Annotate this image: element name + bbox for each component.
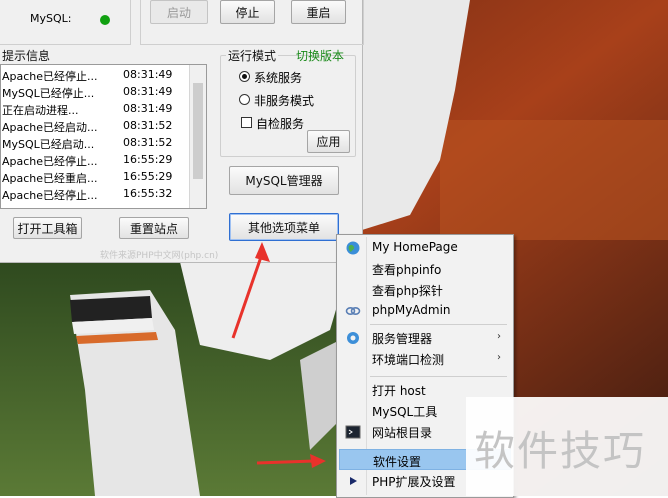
menu-item-label: My HomePage	[372, 240, 458, 254]
menu-item-label: 查看php探针	[372, 284, 443, 298]
arrow-head-right	[310, 454, 326, 468]
menu-item[interactable]: 环境端口检测 ›	[339, 348, 511, 369]
menu-item[interactable]: 服务管理器 ›	[339, 327, 511, 348]
menu-item-label: 网站根目录	[372, 426, 433, 440]
menu-item-label: 服务管理器	[372, 332, 433, 346]
menu-item[interactable]: phpMyAdmin	[339, 300, 511, 321]
menu-item-label: PHP扩展及设置	[372, 475, 456, 489]
gear-icon	[345, 330, 361, 346]
menu-item[interactable]: 查看php探针	[339, 279, 511, 300]
menu-item-label: 查看phpinfo	[372, 263, 442, 277]
menu-item[interactable]: 查看phpinfo	[339, 258, 511, 279]
terminal-icon	[345, 424, 361, 440]
watermark-text: 软件技巧	[474, 427, 646, 475]
phpmyadmin-icon	[345, 303, 361, 319]
menu-item-label: 软件设置	[373, 455, 422, 469]
arrow-head-up	[255, 242, 270, 262]
menu-item-label: MySQL工具	[372, 405, 438, 419]
menu-item-label: 打开 host	[372, 384, 426, 398]
globe-icon	[345, 240, 361, 256]
menu-separator	[370, 324, 507, 325]
menu-separator	[370, 376, 507, 377]
menu-item-label: phpMyAdmin	[372, 303, 451, 317]
menu-item[interactable]: My HomePage	[339, 237, 511, 258]
watermark: 软件技巧	[466, 397, 668, 496]
arrow-line-right	[256, 459, 315, 465]
play-icon	[345, 473, 361, 489]
arrow-line-up	[231, 253, 264, 339]
submenu-arrow-icon: ›	[497, 352, 501, 363]
menu-item-label: 环境端口检测	[372, 353, 445, 367]
submenu-arrow-icon: ›	[497, 331, 501, 342]
